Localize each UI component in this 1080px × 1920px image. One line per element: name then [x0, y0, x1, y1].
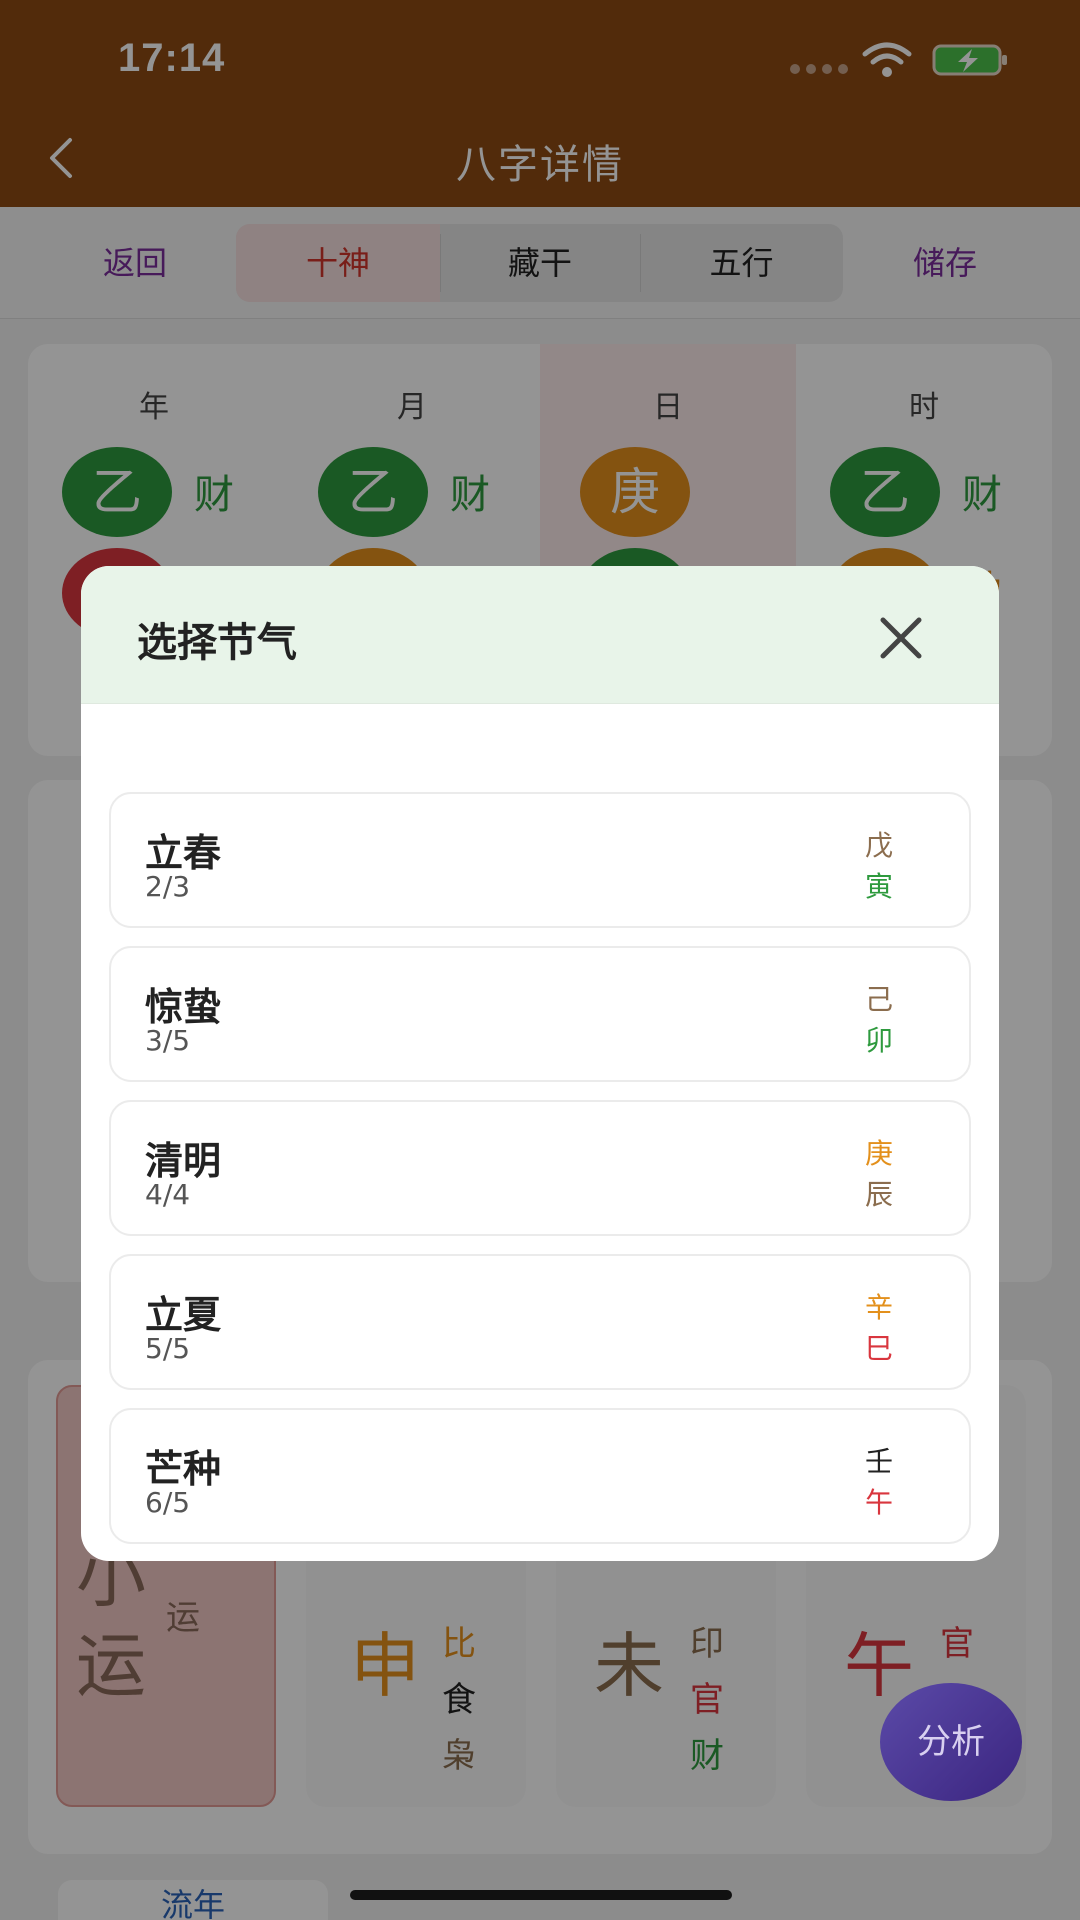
term-branch: 寅 — [865, 870, 894, 903]
term-branch: 辰 — [865, 1178, 894, 1211]
term-date: 4/4 — [145, 1178, 191, 1211]
close-icon[interactable] — [871, 608, 931, 668]
term-date: 3/5 — [145, 1024, 191, 1057]
solar-term-list[interactable]: 立春 2/3 戊 寅 惊蛰 3/5 己 卯 清明 4/4 庚 辰 立夏 5/5 … — [81, 704, 999, 1561]
term-branch: 午 — [865, 1486, 894, 1519]
solar-term-dialog: 选择节气 立春 2/3 戊 寅 惊蛰 3/5 己 卯 清明 4/4 庚 辰 立夏… — [81, 566, 999, 1561]
term-stem: 壬 — [865, 1445, 894, 1478]
term-name: 惊蛰 — [145, 985, 222, 1029]
dialog-title: 选择节气 — [137, 620, 297, 666]
home-indicator — [350, 1890, 732, 1900]
term-stem: 庚 — [865, 1137, 894, 1170]
term-stem: 戊 — [865, 829, 894, 862]
analyze-button[interactable]: 分析 — [880, 1683, 1022, 1801]
list-item[interactable]: 惊蛰 3/5 己 卯 — [109, 946, 971, 1082]
list-item[interactable]: 立夏 5/5 辛 巳 — [109, 1254, 971, 1390]
term-name: 立夏 — [145, 1293, 222, 1337]
list-item[interactable]: 清明 4/4 庚 辰 — [109, 1100, 971, 1236]
term-stem: 己 — [865, 983, 894, 1016]
term-stem: 辛 — [865, 1291, 894, 1324]
term-date: 6/5 — [145, 1486, 191, 1519]
list-item[interactable]: 立春 2/3 戊 寅 — [109, 792, 971, 928]
term-date: 2/3 — [145, 870, 191, 903]
term-branch: 巳 — [865, 1332, 894, 1365]
term-name: 清明 — [145, 1139, 222, 1183]
term-branch: 卯 — [865, 1024, 894, 1057]
dialog-header: 选择节气 — [81, 566, 999, 704]
list-item[interactable]: 芒种 6/5 壬 午 — [109, 1408, 971, 1544]
term-date: 5/5 — [145, 1332, 191, 1365]
term-name: 立春 — [145, 831, 222, 875]
term-name: 芒种 — [145, 1447, 222, 1491]
